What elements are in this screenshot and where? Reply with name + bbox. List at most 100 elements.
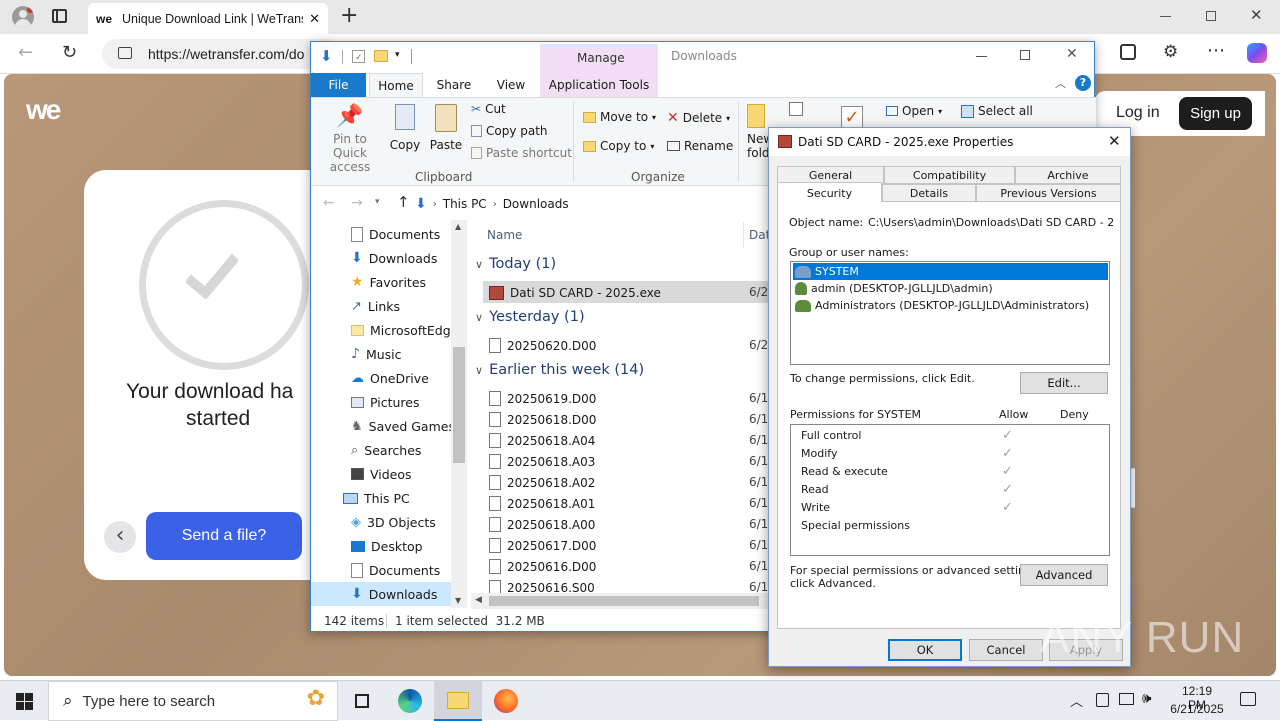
recent-dropdown-icon[interactable]: ▾ [375, 197, 380, 207]
new-folder-button[interactable]: New fold [747, 104, 773, 160]
tab-view[interactable]: View [487, 73, 535, 97]
file-row[interactable]: 20250619.D00 [489, 388, 789, 409]
delete-button[interactable]: ✕ Delete ▾ [667, 110, 730, 126]
close-tab-icon[interactable]: ✕ [309, 11, 320, 27]
task-view-button[interactable] [338, 681, 386, 721]
user-item-admin[interactable]: admin (DESKTOP-JGLLJLD\admin) [795, 280, 993, 297]
notifications-icon[interactable] [1240, 692, 1256, 706]
move-to-button[interactable]: Move to ▾ [583, 110, 656, 124]
nav-back-icon[interactable]: ← [323, 195, 335, 211]
tray-device-icon[interactable] [1096, 693, 1109, 707]
explorer-maximize-icon[interactable] [1020, 50, 1030, 60]
close-window-icon[interactable]: ✕ [1250, 6, 1263, 24]
help-icon[interactable]: ? [1075, 75, 1091, 91]
refresh-icon[interactable]: ↻ [62, 42, 77, 63]
path-downloads[interactable]: Downloads [503, 197, 569, 211]
nav-item-downloads[interactable]: ⬇ Downloads [351, 246, 437, 270]
qat-new-folder-icon[interactable] [374, 50, 388, 62]
ribbon-collapse-icon[interactable]: ︿ [1055, 75, 1066, 91]
taskbar-search-box[interactable]: ⌕ Type here to search ✿ [48, 681, 338, 721]
nav-item-saved-games[interactable]: ♞ Saved Games [351, 414, 455, 438]
file-row[interactable]: 20250618.A03 [489, 451, 789, 472]
tray-chevron-up-icon[interactable]: ︿ [1070, 691, 1083, 710]
new-item-icon[interactable] [789, 102, 803, 116]
copy-to-button[interactable]: Copy to ▾ [583, 139, 654, 153]
send-file-button[interactable]: Send a file? [146, 512, 302, 560]
ok-button[interactable]: OK [888, 639, 962, 661]
nav-item-downloads-2[interactable]: ⬇ Downloads [351, 582, 437, 606]
scroll-handle[interactable] [1131, 468, 1135, 508]
site-info-icon[interactable] [118, 47, 132, 59]
copilot-icon[interactable] [1247, 43, 1267, 63]
nav-forward-icon[interactable]: → [351, 195, 363, 211]
tab-actions-icon[interactable] [52, 9, 67, 23]
copy-button[interactable]: Copy [388, 104, 422, 152]
tab-compatibility[interactable]: Compatibility [884, 166, 1015, 184]
url-field[interactable]: https://wetransfer.com/do [102, 39, 342, 69]
paste-shortcut-button[interactable]: Paste shortcut [471, 146, 572, 160]
qat-properties-icon[interactable]: ✓ [352, 50, 365, 63]
dialog-close-icon[interactable]: ✕ [1108, 132, 1121, 150]
rename-button[interactable]: Rename [667, 139, 733, 153]
new-tab-icon[interactable]: + [340, 3, 358, 28]
qat-downloads-icon[interactable]: ⬇ [320, 47, 333, 65]
signup-button[interactable]: Sign up [1179, 97, 1252, 130]
nav-scrollbar[interactable]: ▲ ▼ [451, 220, 467, 608]
file-row[interactable]: 20250618.A01 [489, 493, 789, 514]
clock-date[interactable]: 6/21/2025 [1165, 702, 1229, 716]
explorer-taskbar-button[interactable] [434, 681, 482, 721]
tab-share[interactable]: Share [429, 73, 479, 97]
nav-item-onedrive[interactable]: ☁ OneDrive [351, 366, 429, 390]
user-item-administrators[interactable]: Administrators (DESKTOP-JGLLJLD\Administ… [795, 297, 1089, 314]
address-path[interactable]: ⬇ › This PC › Downloads [415, 193, 775, 215]
tab-archive[interactable]: Archive [1015, 166, 1121, 184]
tab-details[interactable]: Details [882, 184, 976, 202]
group-yesterday[interactable]: ∨ Yesterday (1) [475, 309, 585, 325]
explorer-minimize-icon[interactable] [976, 56, 987, 57]
back-icon[interactable]: ← [18, 42, 33, 63]
nav-item-pictures[interactable]: Pictures [351, 390, 420, 414]
nav-item-microsoftedge[interactable]: MicrosoftEdge [351, 318, 458, 342]
column-name-header[interactable]: Name [487, 228, 522, 242]
file-row[interactable]: 20250618.A04 [489, 430, 789, 451]
nav-item-favorites[interactable]: ★ Favorites [351, 270, 426, 294]
select-all-button[interactable]: Select all [961, 104, 1033, 118]
nav-item-documents-2[interactable]: Documents [351, 558, 440, 582]
file-row[interactable]: 20250618.A00 [489, 514, 789, 535]
nav-item-desktop[interactable]: Desktop [351, 534, 423, 558]
nav-item-3d-objects[interactable]: ◈ 3D Objects [351, 510, 436, 534]
nav-item-searches[interactable]: ⌕ Searches [351, 438, 421, 462]
tab-previous-versions[interactable]: Previous Versions [976, 184, 1121, 202]
firefox-taskbar-button[interactable] [482, 681, 530, 721]
qat-dropdown-icon[interactable]: ▾ [395, 50, 400, 60]
volume-icon[interactable]: 🕪 [1142, 689, 1151, 707]
file-row[interactable]: 20250617.D00 [489, 535, 789, 556]
nav-item-music[interactable]: ♪ Music [351, 342, 402, 366]
tab-file[interactable]: File [311, 73, 366, 97]
cut-button[interactable]: ✂ Cut [471, 102, 506, 116]
file-row[interactable]: 20250618.D00 [489, 409, 789, 430]
tab-application-tools[interactable]: Application Tools [544, 73, 654, 97]
file-row[interactable]: 20250616.D00 [489, 556, 789, 577]
restore-icon[interactable] [1206, 11, 1216, 21]
nav-item-documents[interactable]: Documents [351, 222, 440, 246]
minimize-icon[interactable] [1160, 16, 1171, 17]
paste-button[interactable]: Paste [429, 104, 463, 152]
group-today[interactable]: ∨ Today (1) [475, 256, 556, 272]
tab-home[interactable]: Home [369, 73, 423, 97]
back-circle-button[interactable]: ‹ [104, 521, 136, 553]
user-item-system[interactable]: SYSTEM [795, 263, 859, 280]
open-button[interactable]: Open ▾ [886, 104, 942, 118]
explorer-close-icon[interactable]: ✕ [1066, 46, 1078, 62]
login-link[interactable]: Log in [1116, 104, 1160, 122]
edit-button[interactable]: Edit... [1020, 372, 1108, 394]
collections-icon[interactable] [1120, 44, 1136, 60]
nav-item-links[interactable]: ↗ Links [351, 294, 400, 318]
nav-item-this-pc[interactable]: This PC [343, 486, 410, 510]
pin-quick-access-button[interactable]: 📌 Pin to Quick access [317, 104, 383, 174]
nav-item-videos[interactable]: Videos [351, 462, 412, 486]
tab-security[interactable]: Security [777, 182, 882, 203]
horizontal-scroll-thumb[interactable] [489, 596, 759, 606]
file-row[interactable]: 20250618.A02 [489, 472, 789, 493]
path-this-pc[interactable]: This PC [443, 197, 487, 211]
